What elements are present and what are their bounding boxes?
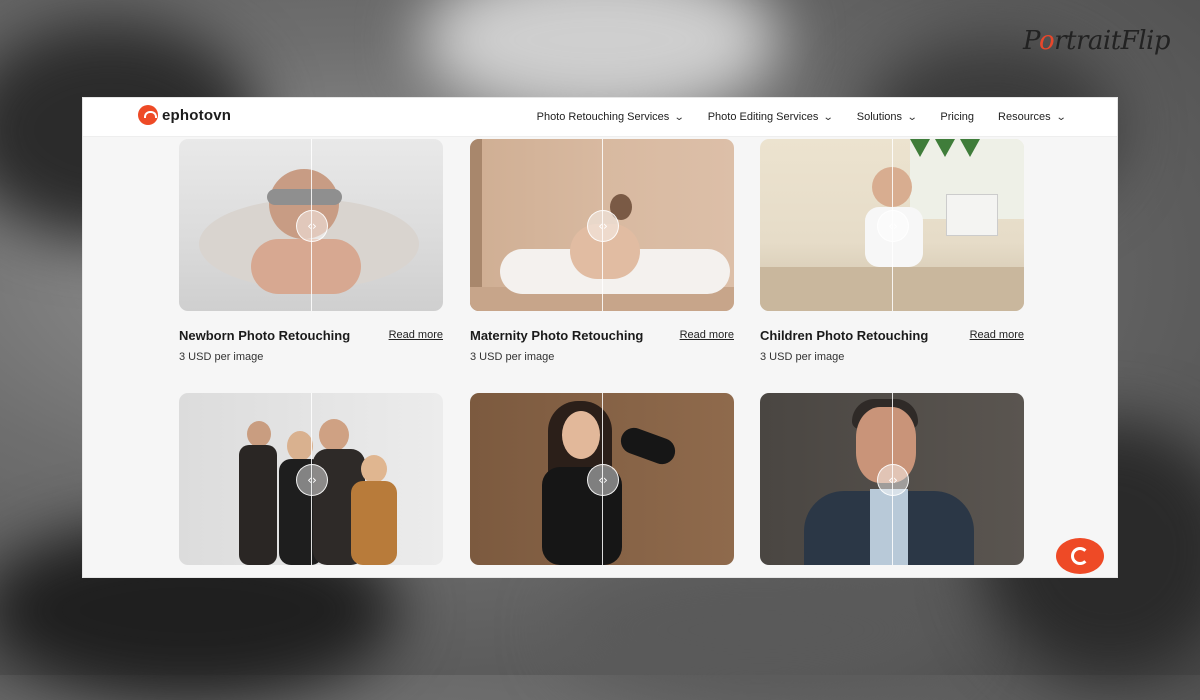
card-title: Maternity Photo Retouching <box>470 328 644 343</box>
chat-icon <box>1071 547 1089 565</box>
nav-photo-retouching-services[interactable]: Photo Retouching Services ⌄ <box>536 111 685 123</box>
chat-button[interactable] <box>1056 538 1104 574</box>
compare-handle-icon[interactable]: ‹› <box>296 464 328 496</box>
compare-handle-icon[interactable]: ‹› <box>296 210 328 242</box>
person-body <box>239 445 277 565</box>
website-screenshot: ephotovn Photo Retouching Services ⌄ Pho… <box>83 98 1117 577</box>
cube-shelf <box>946 194 998 236</box>
nav-label: Photo Retouching Services <box>536 111 670 123</box>
read-more-link[interactable]: Read more <box>970 329 1024 341</box>
card-price: 3 USD per image <box>470 351 555 363</box>
arm <box>617 424 679 468</box>
chevron-down-icon: ⌄ <box>1055 111 1067 123</box>
nav-photo-editing-services[interactable]: Photo Editing Services ⌄ <box>707 111 835 123</box>
baby-body <box>251 239 361 294</box>
site-header: ephotovn Photo Retouching Services ⌄ Pho… <box>83 98 1117 137</box>
nav-label: Pricing <box>940 111 975 123</box>
person-head <box>361 455 387 483</box>
bunting-flag <box>935 139 955 157</box>
portraitflip-watermark-logo: PortraitFlip <box>1023 26 1171 56</box>
bunting-flag <box>910 139 930 157</box>
nav-label: Photo Editing Services <box>707 111 819 123</box>
bunting-flag <box>960 139 980 157</box>
nav-solutions[interactable]: Solutions ⌄ <box>856 111 918 123</box>
before-after-image[interactable]: ‹› <box>179 393 443 565</box>
read-more-link[interactable]: Read more <box>389 329 443 341</box>
nav-label: Resources <box>998 111 1051 123</box>
card-price: 3 USD per image <box>760 351 845 363</box>
compare-handle-icon[interactable]: ‹› <box>587 210 619 242</box>
chevron-down-icon: ⌄ <box>823 111 835 123</box>
nav-pricing[interactable]: Pricing <box>940 111 974 123</box>
headband <box>267 189 342 205</box>
before-after-image[interactable]: ‹› <box>179 139 443 311</box>
nav-label: Solutions <box>856 111 903 123</box>
background-blur <box>560 560 960 700</box>
site-logo[interactable]: ephotovn <box>138 105 231 125</box>
card-title: Newborn Photo Retouching <box>179 328 351 343</box>
person-head <box>319 419 349 451</box>
chevron-down-icon: ⌄ <box>906 111 918 123</box>
before-after-image[interactable]: ‹› <box>760 139 1024 311</box>
logo-text: ephotovn <box>162 106 232 124</box>
card-price: 3 USD per image <box>179 351 264 363</box>
main-nav: Photo Retouching Services ⌄ Photo Editin… <box>536 98 1067 136</box>
backdrop-edge <box>470 139 482 311</box>
ephotovn-logo-icon <box>138 105 158 125</box>
shirt <box>870 489 908 565</box>
face <box>562 411 600 459</box>
nav-resources[interactable]: Resources ⌄ <box>998 111 1067 123</box>
read-more-link[interactable]: Read more <box>680 329 734 341</box>
before-after-image[interactable]: ‹› <box>470 139 734 311</box>
chevron-down-icon: ⌄ <box>674 111 685 123</box>
person-head <box>287 431 313 461</box>
person-head <box>247 421 271 447</box>
person-body <box>351 481 397 565</box>
before-after-image[interactable]: ‹› <box>470 393 734 565</box>
before-after-image[interactable]: ‹› <box>760 393 1024 565</box>
card-title: Children Photo Retouching <box>760 328 929 343</box>
compare-handle-icon[interactable]: ‹› <box>877 210 909 242</box>
compare-handle-icon[interactable]: ‹› <box>877 464 909 496</box>
compare-handle-icon[interactable]: ‹› <box>587 464 619 496</box>
